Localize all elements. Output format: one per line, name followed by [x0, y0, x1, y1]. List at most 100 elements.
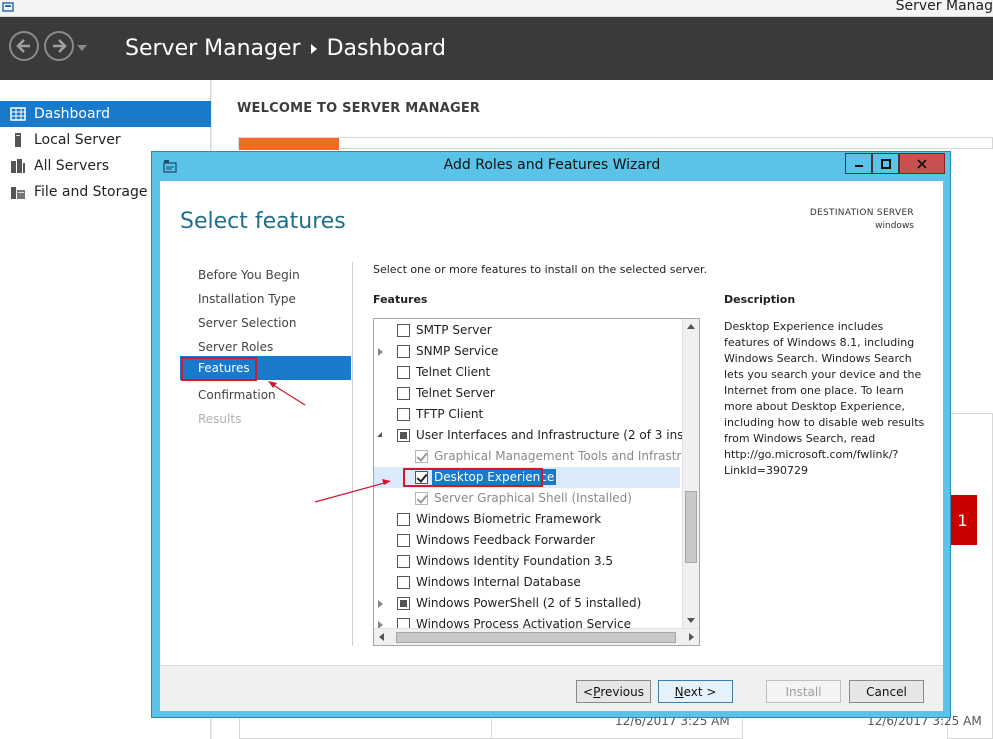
- feature-label: Telnet Client: [416, 365, 491, 379]
- feature-tftp-client[interactable]: TFTP Client: [374, 404, 680, 425]
- step-confirmation[interactable]: Confirmation: [198, 388, 276, 402]
- features-header: Features: [373, 293, 428, 306]
- dashboard-grid-icon: [10, 106, 26, 122]
- feature-checkbox[interactable]: [397, 366, 410, 379]
- features-step-highlight: [181, 357, 257, 381]
- feature-checkbox[interactable]: [397, 534, 410, 547]
- feature-telnet-client[interactable]: Telnet Client: [374, 362, 680, 383]
- feature-snmp-service[interactable]: SNMP Service: [374, 341, 680, 362]
- step-server-selection[interactable]: Server Selection: [198, 316, 296, 330]
- breadcrumb-root: Server Manager: [125, 36, 301, 61]
- feature-label: SNMP Service: [416, 344, 499, 358]
- maximize-button[interactable]: [872, 153, 899, 174]
- scroll-thumb[interactable]: [396, 632, 676, 643]
- feature-windows-internal-database[interactable]: Windows Internal Database: [374, 572, 680, 593]
- breadcrumb: Server Manager Dashboard: [125, 36, 446, 61]
- minimize-button[interactable]: [845, 153, 872, 174]
- feature-windows-biometric-framework[interactable]: Windows Biometric Framework: [374, 509, 680, 530]
- feature-checkbox[interactable]: [397, 576, 410, 589]
- feature-checkbox: [415, 450, 428, 463]
- feature-checkbox[interactable]: [397, 429, 410, 442]
- sidebar-item-label: File and Storage Se: [34, 184, 170, 200]
- sidebar-item-label: All Servers: [34, 158, 110, 174]
- welcome-title: WELCOME TO SERVER MANAGER: [237, 101, 481, 116]
- feature-windows-identity-foundation[interactable]: Windows Identity Foundation 3.5: [374, 551, 680, 572]
- cancel-button[interactable]: Cancel: [849, 680, 924, 703]
- destination-server-value: windows: [875, 221, 914, 231]
- feature-checkbox[interactable]: [397, 597, 410, 610]
- sidebar-item-local-server[interactable]: Local Server: [0, 127, 211, 153]
- instruction-text: Select one or more features to install o…: [373, 263, 708, 276]
- features-vertical-scrollbar[interactable]: [682, 319, 699, 628]
- feature-telnet-server[interactable]: Telnet Server: [374, 383, 680, 404]
- feature-label: User Interfaces and Infrastructure (2 of…: [416, 428, 700, 442]
- maximize-icon: [880, 158, 891, 169]
- forward-button[interactable]: [44, 31, 74, 61]
- feature-checkbox[interactable]: [397, 555, 410, 568]
- quick-start-accent[interactable]: [239, 138, 339, 150]
- feature-server-graphical-shell[interactable]: Server Graphical Shell (Installed): [374, 488, 680, 509]
- collapse-arrow-icon[interactable]: [377, 432, 382, 437]
- scroll-right-icon[interactable]: [689, 633, 694, 641]
- scroll-up-icon[interactable]: [687, 324, 695, 329]
- step-before-you-begin[interactable]: Before You Begin: [198, 268, 300, 282]
- feature-windows-powershell[interactable]: Windows PowerShell (2 of 5 installed): [374, 593, 680, 614]
- sidebar-item-label: Local Server: [34, 132, 121, 148]
- server-manager-app-icon: [2, 1, 14, 13]
- feature-checkbox[interactable]: [397, 387, 410, 400]
- description-header: Description: [724, 293, 796, 306]
- feature-checkbox[interactable]: [397, 408, 410, 421]
- page-title: Select features: [180, 209, 346, 234]
- feature-label: Windows PowerShell (2 of 5 installed): [416, 596, 642, 610]
- history-dropdown-icon[interactable]: [77, 45, 87, 51]
- feature-checkbox[interactable]: [397, 324, 410, 337]
- feature-windows-feedback-forwarder[interactable]: Windows Feedback Forwarder: [374, 530, 680, 551]
- feature-graphical-management-tools[interactable]: Graphical Management Tools and Infrastru…: [374, 446, 699, 467]
- server-manager-titlebar: Server Manag: [0, 0, 993, 17]
- window-title: Server Manag: [895, 0, 993, 14]
- arrow-left-icon: [16, 39, 30, 53]
- roles-tile: [947, 413, 993, 739]
- add-roles-features-wizard: Add Roles and Features Wizard Select fea…: [151, 151, 951, 718]
- quick-start-tile: [238, 137, 993, 149]
- arrow-right-icon: [53, 39, 67, 53]
- breadcrumb-separator-icon: [310, 43, 317, 54]
- feature-checkbox: [415, 492, 428, 505]
- breadcrumb-page: Dashboard: [326, 36, 446, 61]
- feature-label: Windows Feedback Forwarder: [416, 533, 595, 547]
- feature-label: TFTP Client: [416, 407, 484, 421]
- feature-label: Telnet Server: [416, 386, 495, 400]
- step-results: Results: [198, 412, 242, 426]
- previous-button[interactable]: < Previous: [576, 680, 651, 703]
- storage-icon: [10, 184, 26, 200]
- minimize-icon: [854, 164, 863, 167]
- feature-label: SMTP Server: [416, 323, 492, 337]
- back-button[interactable]: [9, 31, 39, 61]
- feature-label: Windows Identity Foundation 3.5: [416, 554, 614, 568]
- scroll-thumb[interactable]: [685, 491, 697, 563]
- feature-label: Windows Biometric Framework: [416, 512, 602, 526]
- sidebar-item-label: Dashboard: [34, 106, 110, 122]
- next-button[interactable]: Next >: [658, 680, 733, 703]
- steps-divider: [352, 262, 353, 646]
- step-installation-type[interactable]: Installation Type: [198, 292, 296, 306]
- feature-user-interfaces[interactable]: User Interfaces and Infrastructure (2 of…: [374, 425, 699, 446]
- expand-arrow-icon[interactable]: [378, 600, 383, 608]
- feature-smtp-server[interactable]: SMTP Server: [374, 320, 680, 341]
- scroll-down-icon[interactable]: [687, 618, 695, 623]
- alert-count-badge[interactable]: 1: [948, 495, 977, 545]
- expand-arrow-icon[interactable]: [378, 348, 383, 356]
- server-manager-header: Server Manager Dashboard: [0, 17, 993, 80]
- close-button[interactable]: [899, 153, 945, 174]
- servers-icon: [10, 158, 26, 174]
- feature-checkbox[interactable]: [397, 513, 410, 526]
- scroll-left-icon[interactable]: [379, 633, 384, 641]
- features-horizontal-scrollbar[interactable]: [374, 628, 699, 645]
- close-icon: [917, 158, 927, 169]
- sidebar-item-dashboard[interactable]: Dashboard: [0, 101, 211, 127]
- feature-checkbox[interactable]: [397, 345, 410, 358]
- install-button: Install: [766, 680, 841, 703]
- wizard-footer: < Previous Next > Install Cancel: [160, 665, 943, 711]
- feature-label: Windows Internal Database: [416, 575, 581, 589]
- step-server-roles[interactable]: Server Roles: [198, 340, 273, 354]
